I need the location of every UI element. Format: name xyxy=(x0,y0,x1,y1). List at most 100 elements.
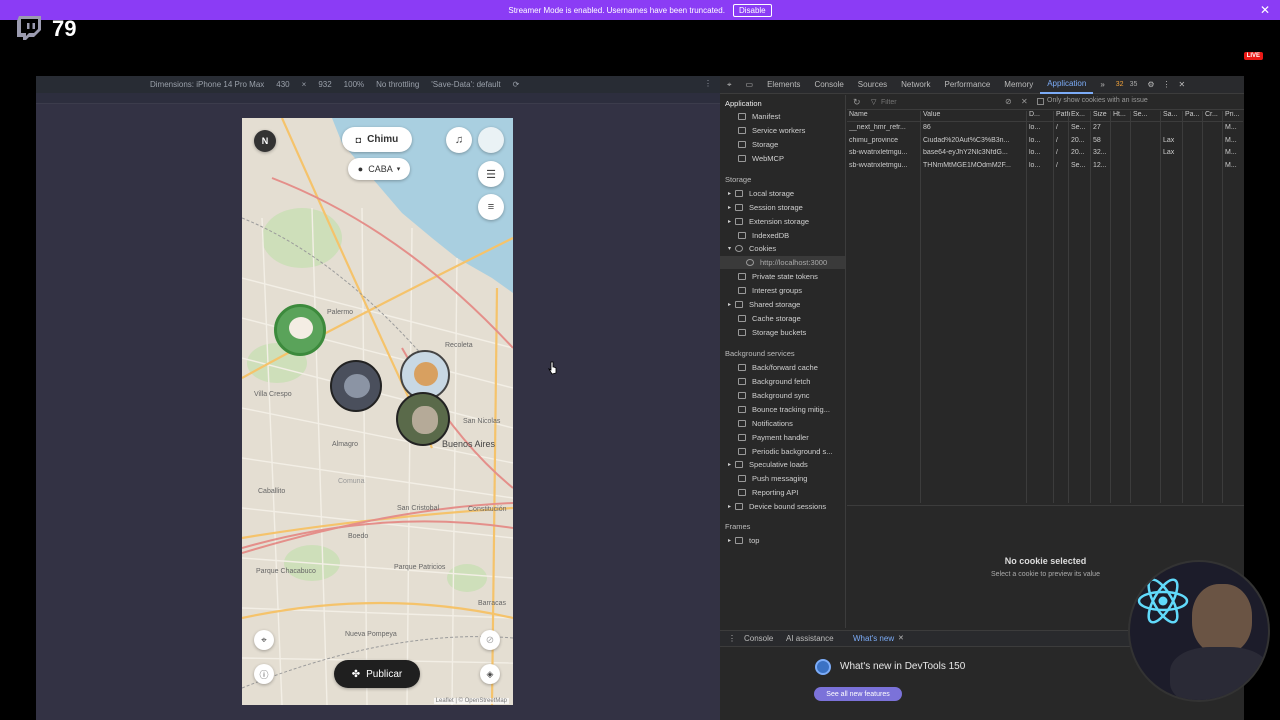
delete-icon[interactable]: ✕ xyxy=(1021,97,1028,106)
sidebar-item-device-bound-sessions[interactable]: ▸ Device bound sessions xyxy=(728,500,826,513)
devtools-inspect-icon[interactable]: ⌖ xyxy=(720,80,739,90)
expand-arrow-icon[interactable]: ▸ xyxy=(728,461,731,468)
table-row[interactable]: sb-wvatnxletmgu... THNmMtMGE1MOdmM2F... lo… xyxy=(847,162,1243,174)
table-header-cell[interactable]: D... xyxy=(1029,111,1054,118)
sidebar-item-storage-buckets[interactable]: Storage buckets xyxy=(738,326,806,339)
throttling-select[interactable]: No throttling xyxy=(376,80,419,89)
sidebar-item-interest-groups[interactable]: Interest groups xyxy=(738,284,802,297)
save-data-select[interactable]: 'Save-Data': default xyxy=(431,80,500,89)
pet-marker-dog[interactable] xyxy=(396,392,450,446)
table-row[interactable]: chimu_province Ciudad%20Aut%C3%B3n... lo..… xyxy=(847,137,1243,149)
more-options-icon[interactable]: ⋮ xyxy=(704,79,712,88)
info-icon[interactable]: ⓘ xyxy=(254,664,274,684)
devtools-device-icon[interactable]: ▭ xyxy=(739,80,761,89)
section-frames[interactable]: Frames xyxy=(725,522,750,531)
expand-arrow-icon[interactable]: ▸ xyxy=(728,204,731,211)
table-header-cell[interactable]: Value xyxy=(923,111,1027,118)
drawer-menu-icon[interactable]: ⋮ xyxy=(728,634,736,643)
sidebar-item-periodic-background-sync[interactable]: Periodic background s... xyxy=(738,445,832,458)
sidebar-item-top-frame[interactable]: ▸ top xyxy=(728,534,759,547)
zoom-select[interactable]: 100% xyxy=(344,80,364,89)
tab-memory[interactable]: Memory xyxy=(997,80,1040,89)
sidebar-item-extension-storage[interactable]: ▸ Extension storage xyxy=(728,215,809,228)
issues-badge[interactable]: 35 xyxy=(1130,81,1138,88)
expand-arrow-icon[interactable]: ▸ xyxy=(728,537,731,544)
publicar-button[interactable]: ✤ Publicar xyxy=(334,660,420,688)
drawer-tab-ai-assistance[interactable]: AI assistance xyxy=(786,634,834,643)
close-icon[interactable]: ✕ xyxy=(1260,3,1270,17)
sidebar-item-manifest[interactable]: Manifest xyxy=(738,110,780,123)
expand-arrow-icon[interactable]: ▾ xyxy=(728,245,731,252)
sidebar-item-webmcp[interactable]: WebMCP xyxy=(738,152,784,165)
pet-marker-cat-gray[interactable] xyxy=(330,360,382,412)
compass-icon[interactable]: ◈ xyxy=(480,664,500,684)
gear-icon[interactable]: ⚙ xyxy=(1147,80,1154,89)
see-all-features-button[interactable]: See all new features xyxy=(814,687,902,701)
more-options-icon[interactable]: ⋮ xyxy=(1163,80,1171,89)
table-header-cell[interactable]: Sa... xyxy=(1163,111,1183,118)
sidebar-item-speculative-loads[interactable]: ▸ Speculative loads xyxy=(728,458,808,471)
table-header-cell[interactable]: Ex... xyxy=(1071,111,1091,118)
user-pill[interactable]: ◘ Chimu xyxy=(342,127,412,152)
sidebar-item-back-forward-cache[interactable]: Back/forward cache xyxy=(738,361,818,374)
sidebar-item-cookies[interactable]: ▾ Cookies xyxy=(728,242,776,255)
table-header-cell[interactable]: Size xyxy=(1093,111,1111,118)
offline-icon[interactable]: ⊘ xyxy=(480,630,500,650)
sidebar-item-payment-handler[interactable]: Payment handler xyxy=(738,431,809,444)
tab-performance[interactable]: Performance xyxy=(938,80,998,89)
disable-streamer-mode-button[interactable]: Disable xyxy=(732,3,772,17)
tab-network[interactable]: Network xyxy=(894,80,937,89)
device-height-input[interactable]: 932 xyxy=(318,80,331,89)
profile-photo[interactable] xyxy=(478,127,504,153)
sidebar-item-background-sync[interactable]: Background sync xyxy=(738,389,810,402)
sidebar-item-local-storage[interactable]: ▸ Local storage xyxy=(728,187,794,200)
sidebar-item-background-fetch[interactable]: Background fetch xyxy=(738,375,810,388)
expand-arrow-icon[interactable]: ▸ xyxy=(728,218,731,225)
list-view-icon[interactable]: ≡ xyxy=(478,194,504,220)
drawer-tab-console[interactable]: Console xyxy=(744,634,773,643)
table-header-cell[interactable]: Name xyxy=(849,111,921,118)
sidebar-item-session-storage[interactable]: ▸ Session storage xyxy=(728,201,803,214)
table-header-cell[interactable]: Pa... xyxy=(1185,111,1203,118)
user-avatar[interactable]: N xyxy=(254,130,276,152)
table-row[interactable]: sb-wvatnxletmgu... base64-eyJhY2Nlc3NfdG.… xyxy=(847,149,1243,161)
expand-arrow-icon[interactable]: ▸ xyxy=(728,190,731,197)
table-row[interactable]: __next_hmr_refr... 86 lo... / Se... 27 M... xyxy=(847,124,1243,136)
locate-icon[interactable]: ⌖ xyxy=(254,630,274,650)
location-pill[interactable]: ● CABA ▾ xyxy=(348,158,410,180)
device-dimensions-select[interactable]: Dimensions: iPhone 14 Pro Max xyxy=(150,80,264,89)
tab-elements[interactable]: Elements xyxy=(760,80,807,89)
table-header-cell[interactable]: Pri... xyxy=(1225,111,1243,118)
expand-arrow-icon[interactable]: ▸ xyxy=(728,301,731,308)
tab-sources[interactable]: Sources xyxy=(851,80,894,89)
sidebar-item-notifications[interactable]: Notifications xyxy=(738,417,793,430)
only-issue-checkbox[interactable] xyxy=(1037,98,1044,105)
pet-marker-cat-white[interactable] xyxy=(274,304,326,356)
warnings-badge[interactable]: 32 xyxy=(1116,81,1124,88)
notifications-bell-icon[interactable]: ♫ xyxy=(446,127,472,153)
clear-filtered-icon[interactable]: ⊘ xyxy=(1005,97,1012,106)
sidebar-item-reporting-api[interactable]: Reporting API xyxy=(738,486,798,499)
section-background-services[interactable]: Background services xyxy=(725,349,795,358)
cookie-filter-input[interactable] xyxy=(881,97,1001,107)
close-icon[interactable]: ✕ xyxy=(1179,80,1186,89)
tab-console[interactable]: Console xyxy=(807,80,850,89)
sidebar-item-indexeddb[interactable]: IndexedDB xyxy=(738,229,789,242)
device-width-input[interactable]: 430 xyxy=(276,80,289,89)
sidebar-item-service-workers[interactable]: Service workers xyxy=(738,124,805,137)
close-icon[interactable]: ✕ xyxy=(898,634,904,642)
more-tabs-icon[interactable]: » xyxy=(1093,80,1111,89)
rotate-icon[interactable]: ⟳ xyxy=(513,80,520,89)
map-attribution[interactable]: Leaflet | © OpenStreetMap xyxy=(433,698,509,704)
sidebar-item-bounce-tracking[interactable]: Bounce tracking mitig... xyxy=(738,403,830,416)
table-header-cell[interactable]: Cr... xyxy=(1205,111,1223,118)
sidebar-item-shared-storage[interactable]: ▸ Shared storage xyxy=(728,298,800,311)
tab-application[interactable]: Application xyxy=(1040,76,1094,94)
sidebar-item-storage[interactable]: Storage xyxy=(738,138,778,151)
sidebar-item-localhost-cookies[interactable]: http://localhost:3000 xyxy=(720,256,845,269)
sidebar-item-cache-storage[interactable]: Cache storage xyxy=(738,312,801,325)
table-header-cell[interactable]: Se... xyxy=(1133,111,1161,118)
drawer-tab-whats-new[interactable]: What's new xyxy=(853,634,894,643)
sidebar-item-push-messaging[interactable]: Push messaging xyxy=(738,472,807,485)
filters-icon[interactable]: ☰ xyxy=(478,161,504,187)
